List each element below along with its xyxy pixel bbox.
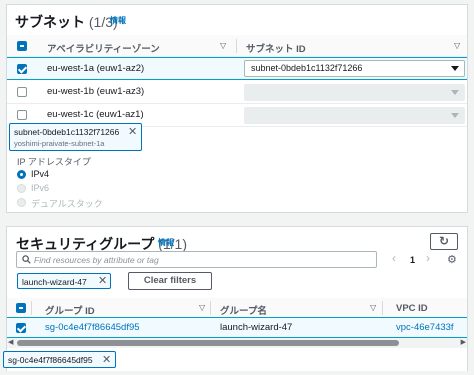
close-icon[interactable]: ✕	[128, 127, 137, 138]
row-checkbox[interactable]	[17, 87, 27, 97]
column-divider	[382, 301, 383, 315]
subnet-info-link[interactable]: 情報	[110, 15, 126, 26]
column-divider	[236, 39, 237, 53]
group-name-cell: launch-wizard-47	[220, 322, 293, 333]
sort-az-icon[interactable]: ▽	[220, 41, 226, 50]
subnet-table-header: アベイラビリティーゾーン ▽ サブネット ID ▽	[7, 35, 467, 57]
subnet-id-select	[244, 107, 465, 124]
close-icon[interactable]: ✕	[98, 276, 107, 287]
subnet-id-select[interactable]: subnet-0bdeb1c1132f71266	[244, 60, 465, 77]
sg-row[interactable]: sg-0c4e4f7f86645df95 launch-wizard-47 vp…	[7, 317, 467, 338]
scrollbar-thumb[interactable]	[17, 340, 399, 346]
search-placeholder: Find resources by attribute or tag	[34, 255, 159, 265]
az-cell: eu-west-1c (euw1-az1)	[47, 109, 144, 120]
ipv6-label: IPv6	[31, 183, 50, 193]
security-group-panel: セキュリティグループ (1/1) 情報 ↻ Find resources by …	[6, 226, 468, 371]
chevron-down-icon	[451, 113, 459, 118]
token-subnet-name: yoshimi-praivate-subnet-1a	[14, 139, 105, 148]
dualstack-label: デュアルスタック	[31, 199, 103, 209]
subnet-id-value: subnet-0bdeb1c1132f71266	[251, 63, 363, 73]
subnet-id-select	[244, 84, 465, 101]
ip-type-label: IP アドレスタイプ	[17, 157, 91, 167]
group-id-cell: sg-0c4e4f7f86645df95	[45, 322, 140, 333]
vpc-id-link[interactable]: vpc-46e7433f	[396, 322, 454, 333]
page-number[interactable]: 1	[410, 255, 415, 265]
chevron-down-icon	[451, 90, 459, 95]
sg-table-header: グループ ID ▽ グループ名 ▽ VPC ID	[7, 298, 467, 318]
az-cell: eu-west-1a (euw1-az2)	[47, 63, 145, 74]
az-cell: eu-west-1b (euw1-az3)	[47, 86, 145, 97]
sort-group-id-icon[interactable]: ▽	[199, 303, 205, 312]
horizontal-scrollbar[interactable]: ◀ ▶	[7, 338, 467, 348]
search-icon	[22, 255, 31, 264]
column-header-az[interactable]: アベイラビリティーゾーン	[47, 41, 160, 55]
row-checkbox[interactable]	[17, 64, 27, 74]
row-checkbox[interactable]	[16, 323, 26, 333]
ipv4-label: IPv4	[31, 169, 50, 179]
filter-token-text: launch-wizard-47	[22, 277, 87, 287]
subnet-title: サブネット (1/3)	[15, 12, 118, 32]
scroll-left-icon[interactable]: ◀	[8, 338, 13, 346]
subnet-row[interactable]: eu-west-1a (euw1-az2) subnet-0bdeb1c1132…	[7, 57, 467, 80]
selected-sg-id: sg-0c4e4f7f86645df95	[8, 355, 93, 365]
row-checkbox[interactable]	[17, 110, 27, 120]
scroll-right-icon[interactable]: ▶	[461, 338, 466, 346]
refresh-icon: ↻	[438, 234, 450, 248]
selected-subnet-token: subnet-0bdeb1c1132f71266 yoshimi-praivat…	[9, 123, 142, 151]
selected-sg-token: sg-0c4e4f7f86645df95 ✕	[3, 351, 116, 368]
sg-search-input[interactable]: Find resources by attribute or tag	[16, 251, 377, 268]
radio-ipv4[interactable]	[17, 170, 26, 179]
radio-dualstack	[17, 198, 26, 207]
prev-page-icon[interactable]: ‹	[392, 251, 396, 265]
radio-ipv6	[17, 184, 26, 193]
refresh-button[interactable]: ↻	[430, 233, 458, 250]
token-subnet-id: subnet-0bdeb1c1132f71266	[14, 127, 120, 137]
settings-gear-icon[interactable]: ⚙	[447, 253, 457, 266]
subnet-row[interactable]: eu-west-1b (euw1-az3)	[7, 81, 467, 104]
subnet-panel: サブネット (1/3) 情報 アベイラビリティーゾーン ▽ サブネット ID ▽…	[6, 4, 468, 213]
column-header-subnet-id[interactable]: サブネット ID	[246, 41, 306, 55]
column-divider	[31, 301, 32, 315]
filter-token: launch-wizard-47 ✕	[17, 273, 111, 289]
sg-select-all-checkbox[interactable]	[16, 303, 26, 313]
sort-subnet-id-icon[interactable]: ▽	[454, 41, 460, 50]
column-header-vpc-id[interactable]: VPC ID	[396, 303, 428, 314]
column-divider	[210, 301, 211, 315]
column-header-group-name[interactable]: グループ名	[220, 303, 267, 317]
next-page-icon[interactable]: ›	[426, 251, 430, 265]
sg-info-link[interactable]: 情報	[158, 237, 174, 248]
subnet-title-text: サブネット	[15, 14, 85, 30]
sort-group-name-icon[interactable]: ▽	[370, 303, 376, 312]
subnet-select-all-checkbox[interactable]	[17, 41, 27, 51]
column-header-group-id[interactable]: グループ ID	[45, 303, 95, 317]
clear-filters-button[interactable]: Clear filters	[128, 272, 212, 290]
chevron-down-icon	[451, 66, 459, 71]
sg-title-text: セキュリティグループ	[16, 236, 155, 252]
close-icon[interactable]: ✕	[102, 355, 111, 366]
